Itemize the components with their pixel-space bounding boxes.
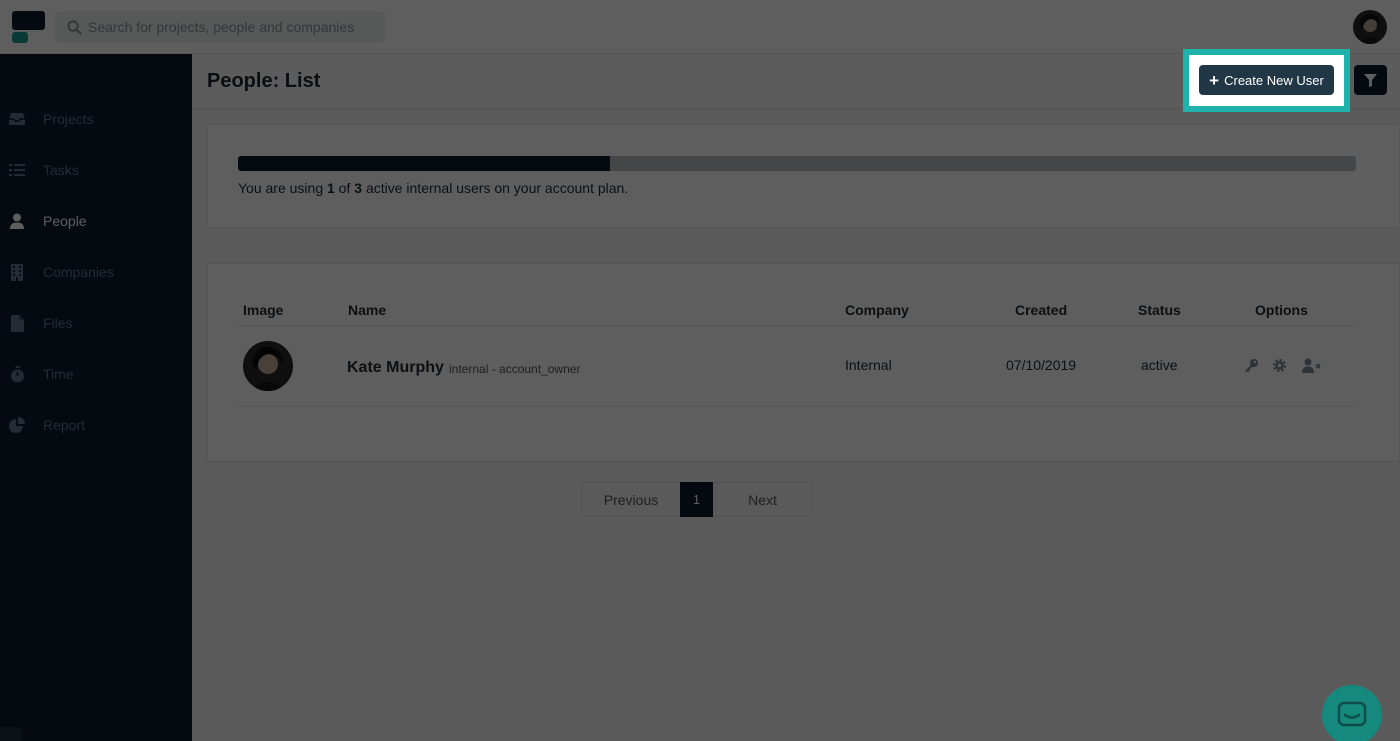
usage-prefix: You are using — [238, 180, 327, 196]
top-bar — [0, 0, 1400, 54]
sidebar-item-companies[interactable]: Companies — [0, 254, 192, 290]
tour-highlight: + Create New User — [1183, 49, 1350, 112]
logo-mark-top — [12, 11, 45, 30]
sidebar-collapse-button[interactable] — [0, 727, 22, 741]
usage-card: You are using 1 of 3 active internal use… — [207, 124, 1400, 228]
sidebar-item-projects[interactable]: Projects — [0, 101, 192, 137]
table-header-divider — [238, 325, 1356, 326]
sidebar-item-label: Projects — [43, 111, 94, 127]
status-cell: active — [1141, 357, 1178, 373]
create-new-user-button[interactable]: + Create New User — [1199, 65, 1334, 95]
sidebar-item-files[interactable]: Files — [0, 305, 192, 341]
plus-icon: + — [1209, 70, 1220, 90]
sidebar-item-label: Companies — [43, 264, 114, 280]
pagination: Previous 1 Next — [581, 482, 813, 517]
create-new-user-label: Create New User — [1224, 72, 1324, 88]
search-input[interactable] — [88, 19, 378, 35]
table-row-divider — [238, 406, 1356, 407]
sidebar-item-time[interactable]: Time — [0, 356, 192, 392]
search-icon — [67, 19, 82, 35]
usage-total-count: 3 — [354, 180, 363, 196]
remove-user-icon[interactable] — [1301, 357, 1323, 373]
column-header-image: Image — [243, 302, 284, 318]
sidebar-item-tasks[interactable]: Tasks — [0, 152, 192, 188]
list-icon — [8, 161, 26, 179]
pagination-page-1[interactable]: 1 — [680, 482, 713, 517]
sidebar-item-label: People — [43, 213, 87, 229]
file-icon — [8, 314, 26, 332]
building-icon — [8, 263, 26, 281]
column-header-status[interactable]: Status — [1138, 302, 1181, 318]
chat-launcher-button[interactable] — [1322, 685, 1382, 741]
pagination-previous[interactable]: Previous — [582, 483, 680, 516]
user-icon — [8, 212, 26, 230]
logo-mark-bottom — [12, 32, 28, 43]
usage-text: You are using 1 of 3 active internal use… — [238, 180, 628, 196]
column-header-name[interactable]: Name — [348, 302, 386, 318]
usage-progress-bar — [238, 156, 1356, 171]
user-avatar[interactable] — [1353, 10, 1387, 44]
usage-progress-fill — [238, 156, 611, 171]
gear-icon[interactable] — [1270, 357, 1288, 373]
sidebar-item-people[interactable]: People — [0, 203, 192, 239]
people-table: Image Name Company Created Status Option… — [207, 263, 1400, 462]
column-header-company[interactable]: Company — [845, 302, 909, 318]
stopwatch-icon — [8, 365, 26, 383]
sidebar-item-report[interactable]: Report — [0, 407, 192, 443]
pie-chart-icon — [8, 416, 26, 434]
avatar — [243, 341, 293, 391]
sidebar-item-label: Report — [43, 417, 86, 433]
sidebar-item-label: Time — [43, 366, 74, 382]
usage-used-count: 1 — [327, 180, 335, 196]
page-title: People: List — [207, 70, 321, 92]
column-header-created[interactable]: Created — [1015, 302, 1067, 318]
inbox-icon — [8, 110, 26, 128]
main-content: People: List +Create New User You are us… — [192, 54, 1400, 741]
filter-button[interactable] — [1354, 65, 1387, 95]
pagination-next[interactable]: Next — [713, 483, 812, 516]
key-icon[interactable] — [1242, 357, 1260, 373]
sidebar: Projects Tasks People Companies Files Ti… — [0, 54, 192, 741]
column-header-options: Options — [1255, 302, 1308, 318]
created-cell: 07/10/2019 — [1006, 357, 1077, 373]
sidebar-item-label: Tasks — [43, 162, 79, 178]
company-cell: Internal — [845, 357, 892, 373]
sidebar-item-label: Files — [43, 315, 73, 331]
filter-icon — [1364, 73, 1377, 87]
user-name-link[interactable]: Kate Murphy — [347, 359, 444, 377]
user-role: internal - account_owner — [449, 362, 581, 376]
search-bar[interactable] — [55, 11, 385, 43]
chat-icon — [1337, 701, 1367, 727]
usage-suffix: active internal users on your account pl… — [362, 180, 629, 196]
usage-of: of — [334, 180, 355, 196]
